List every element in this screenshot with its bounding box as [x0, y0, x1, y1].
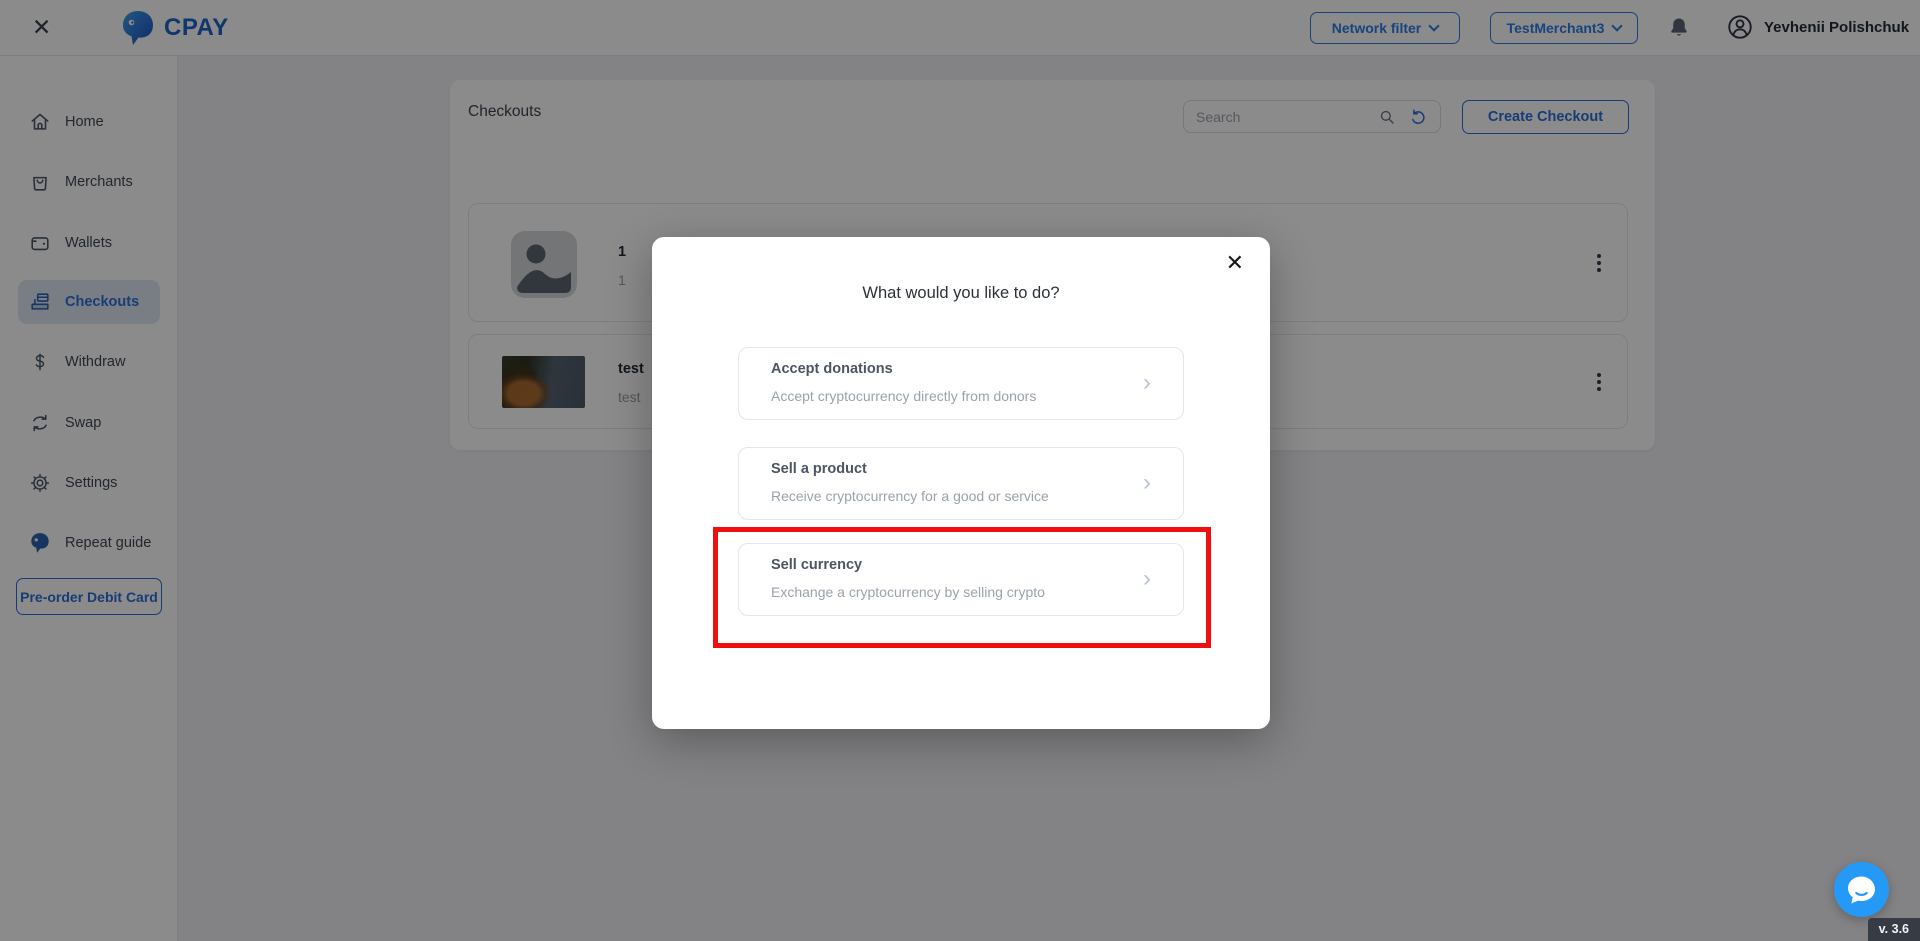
option-description: Accept cryptocurrency directly from dono… [771, 388, 1036, 404]
option-title: Accept donations [771, 361, 893, 377]
chat-bubble-icon [1834, 862, 1889, 917]
option-sell-currency[interactable]: Sell currency Exchange a cryptocurrency … [738, 543, 1184, 616]
chevron-right-icon: › [1143, 368, 1151, 396]
modal-title: What would you like to do? [652, 284, 1270, 303]
option-description: Exchange a cryptocurrency by selling cry… [771, 584, 1045, 600]
action-choice-modal: ✕ What would you like to do? Accept dona… [652, 237, 1270, 729]
chevron-right-icon: › [1143, 468, 1151, 496]
option-title: Sell a product [771, 461, 867, 477]
option-description: Receive cryptocurrency for a good or ser… [771, 488, 1049, 504]
chevron-right-icon: › [1143, 564, 1151, 592]
option-sell-a-product[interactable]: Sell a product Receive cryptocurrency fo… [738, 447, 1184, 520]
chat-support-button[interactable] [1834, 862, 1889, 917]
version-badge: v. 3.6 [1868, 918, 1920, 941]
modal-close-icon[interactable]: ✕ [1220, 247, 1250, 279]
option-title: Sell currency [771, 557, 862, 573]
option-accept-donations[interactable]: Accept donations Accept cryptocurrency d… [738, 347, 1184, 420]
